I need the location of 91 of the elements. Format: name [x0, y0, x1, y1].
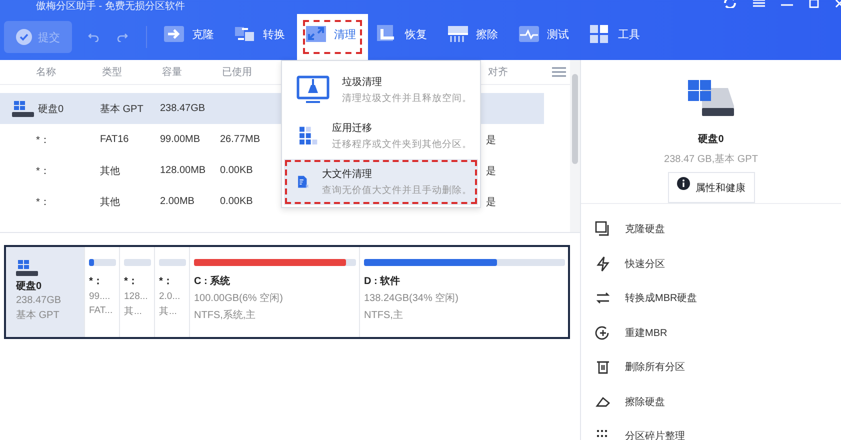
partition-detail: 其...	[124, 305, 143, 318]
menu-item-description: 迁移程序或文件夹到其他分区。	[332, 138, 472, 151]
disk-icon	[688, 80, 734, 118]
menu-item-title: 垃圾清理	[342, 76, 383, 89]
disk-name: 硬盘0	[16, 280, 43, 293]
partition-detail: FAT...	[89, 305, 114, 316]
toolbar-tab[interactable]: 转换	[226, 14, 297, 60]
pulse-icon	[518, 24, 540, 44]
info-icon	[676, 177, 690, 190]
table-cell-text: 128.00MB	[160, 165, 207, 176]
menu-item[interactable]: 大文件清理 查询无价值大文件并且手动删除。	[284, 159, 478, 205]
toolbar-tab[interactable]: 测试	[510, 14, 581, 60]
usage-bar	[124, 259, 151, 266]
column-header: 类型	[101, 66, 123, 79]
partition-name: *：	[89, 275, 104, 288]
toolbar-tab[interactable]: 清理	[297, 14, 368, 60]
disk-title: 硬盘0	[698, 132, 724, 146]
partition-size: 128...	[124, 291, 149, 302]
table-cell-text: 99.00MB	[160, 134, 202, 145]
partition-block[interactable]: *： 2.0... 其...	[154, 247, 189, 337]
menu-item-description: 查询无价值大文件并且手动删除。	[322, 184, 472, 197]
trash-icon	[595, 359, 611, 376]
menu-icon[interactable]	[753, 0, 765, 8]
table-cell-text: 其他	[100, 164, 121, 178]
toolbar-tab[interactable]: 工具	[581, 14, 652, 60]
refresh-icon[interactable]	[723, 0, 737, 8]
action-item[interactable]: 快速分区	[581, 246, 841, 281]
action-item[interactable]: 擦除硬盘	[581, 384, 841, 419]
table-cell-text: 基本 GPT	[100, 102, 144, 116]
table-cell-text: 硬盘0	[38, 102, 64, 116]
table-cell-text: 2.00MB	[160, 196, 196, 207]
column-menu-icon[interactable]	[552, 67, 566, 77]
table-cell-text: 0.00KB	[220, 165, 254, 176]
table-cell-text: 是	[486, 134, 497, 146]
disk-block[interactable]: 硬盘0 238.47GB 基本 GPT	[6, 247, 84, 337]
disk-size: 238.47GB	[16, 295, 62, 306]
table-cell-text: FAT16	[100, 134, 130, 145]
partition-detail: NTFS,系统,主	[194, 308, 257, 322]
table-cell-text: *：	[35, 196, 51, 208]
window-title: 傲梅分区助手 - 免费无损分区软件	[35, 1, 185, 13]
partition-name: *：	[159, 275, 174, 288]
table-cell-text: *：	[35, 134, 51, 146]
menu-item-title: 大文件清理	[322, 168, 373, 181]
partition-block[interactable]: D : 软件 138.24GB(34% 空闲) NTFS,主	[359, 247, 568, 337]
partition-block[interactable]: *： 99.... FAT...	[84, 247, 119, 337]
partition-size: 99....	[89, 291, 112, 302]
shredder-icon	[447, 24, 469, 44]
table-cell-text: 是	[486, 196, 497, 208]
toolbar-tab[interactable]: 恢复	[368, 14, 439, 60]
table-cell-text: 是	[486, 164, 497, 178]
expand-arrows-icon	[305, 24, 327, 44]
partition-size: 2.0...	[159, 291, 182, 302]
copy-icon	[595, 221, 611, 238]
toolbar-tab[interactable]: 擦除	[439, 14, 510, 60]
maximize-icon[interactable]	[809, 0, 819, 8]
usage-bar	[159, 259, 186, 266]
table-cell-text: 238.47GB	[160, 103, 206, 114]
partition-block[interactable]: C : 系统 100.00GB(6% 空闲) NTFS,系统,主	[189, 247, 359, 337]
action-item[interactable]: 重建MBR	[581, 316, 841, 350]
disk-icon	[16, 259, 38, 277]
partition-block[interactable]: *： 128... 其...	[119, 247, 154, 337]
menu-item-title: 应用迁移	[332, 122, 373, 135]
partition-name: C : 系统	[194, 274, 232, 288]
disk-icon	[12, 100, 34, 118]
action-item[interactable]: 转换成MBR硬盘	[581, 281, 841, 316]
column-header: 容量	[161, 66, 183, 79]
partition-size: 100.00GB(6% 空闲)	[194, 292, 284, 305]
properties-button[interactable]: 属性和健康	[668, 172, 754, 203]
disk-summary: 238.47 GB,基本 GPT	[664, 152, 758, 166]
action-item[interactable]: 克隆硬盘	[581, 212, 841, 246]
column-header: 已使用	[221, 66, 253, 79]
grid-icon	[589, 24, 611, 44]
partition-name: *：	[124, 275, 139, 288]
scrollbar[interactable]	[570, 60, 580, 232]
action-item[interactable]: 删除所有分区	[581, 350, 841, 384]
table-cell-text: 26.77MB	[220, 134, 262, 145]
menu-item-description: 清理垃圾文件并且释放空间。	[342, 92, 472, 105]
partition-name: D : 软件	[364, 274, 402, 288]
check-icon	[16, 29, 32, 45]
partition-size: 138.24GB(34% 空闲)	[364, 292, 460, 305]
table-cell-text: 其他	[100, 196, 121, 208]
column-header: 对齐	[487, 66, 509, 79]
lightning-icon	[595, 256, 611, 272]
toolbar-tab[interactable]: 克隆	[155, 14, 226, 60]
usage-bar	[89, 259, 116, 266]
disk-style: 基本 GPT	[16, 308, 60, 322]
table-cell-text: 0.00KB	[220, 196, 254, 207]
partition-detail: 其...	[159, 305, 178, 318]
partition-detail: NTFS,主	[364, 308, 404, 322]
table-cell-text: *：	[35, 164, 51, 178]
column-header: 名称	[35, 66, 57, 79]
